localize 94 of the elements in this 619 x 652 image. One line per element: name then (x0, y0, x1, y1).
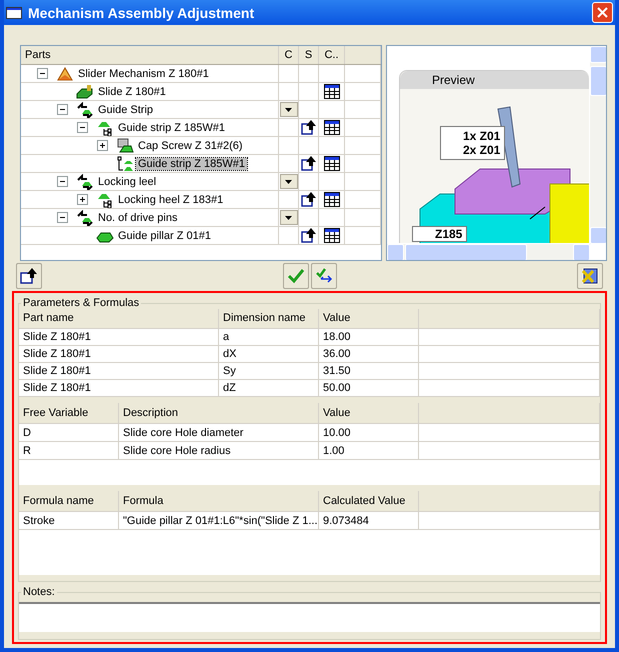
caret-icon (285, 108, 292, 112)
notes-label: Notes: (22, 586, 56, 598)
table-icon[interactable] (324, 156, 340, 171)
table-cell: Slide Z 180#1 (19, 328, 219, 345)
column-header[interactable]: Value (319, 309, 419, 328)
tree-item[interactable]: Slide Z 180#1 (96, 86, 168, 98)
tree-item[interactable]: Guide Strip (96, 104, 156, 116)
table-cell: dZ (219, 380, 319, 396)
export-icon (20, 268, 38, 284)
tree-item[interactable]: Locking leel (96, 176, 158, 188)
collapse-toggle[interactable] (77, 122, 88, 133)
group-icon (76, 210, 94, 226)
checkmark-icon (286, 268, 304, 284)
apply-button[interactable] (282, 263, 308, 289)
notes-field[interactable] (19, 602, 600, 632)
window-title: Mechanism Assembly Adjustment (28, 4, 256, 20)
table-cell: 31.50 (319, 362, 419, 379)
callout-label: Z185 (412, 226, 468, 242)
export-button[interactable] (16, 263, 42, 289)
preview-title: Preview (400, 71, 589, 89)
column-header[interactable]: Value (319, 403, 419, 423)
close-button[interactable] (592, 2, 613, 23)
dropdown-button[interactable] (280, 174, 298, 189)
caret-icon (285, 216, 292, 220)
export-icon[interactable] (300, 228, 316, 243)
close-icon (597, 7, 608, 18)
table-cell: Slide Z 180#1 (19, 346, 219, 362)
table-cell: 36.00 (319, 346, 419, 362)
column-header[interactable]: Formula (119, 491, 319, 511)
subassembly-icon (96, 192, 114, 208)
dropdown-button[interactable] (280, 210, 298, 225)
tree-item[interactable]: Slider Mechanism Z 180#1 (76, 68, 211, 80)
table-icon[interactable] (324, 84, 340, 99)
table-cell: 1.00 (319, 442, 419, 459)
table-icon[interactable] (324, 120, 340, 135)
swap-button[interactable] (310, 263, 336, 289)
table-cell: D (19, 424, 119, 441)
vertical-scrollbar[interactable] (590, 46, 606, 244)
column-header[interactable]: Free Variable (19, 403, 119, 423)
tree-item[interactable]: Guide pillar Z 01#1 (116, 230, 213, 242)
expand-toggle[interactable] (77, 194, 88, 205)
table-cell: Slide core Hole diameter (119, 424, 319, 441)
horizontal-scrollbar[interactable] (387, 244, 590, 260)
column-header[interactable]: S (299, 46, 319, 64)
spreadsheet-icon (581, 267, 599, 285)
column-header[interactable]: Part name (19, 309, 219, 328)
export-icon[interactable] (300, 120, 316, 135)
table-cell: 9.073484 (319, 512, 419, 529)
table-cell: 18.00 (319, 328, 419, 345)
tree-item[interactable]: No. of drive pins (96, 212, 180, 224)
column-header[interactable]: Dimension name (219, 309, 319, 328)
tree-item[interactable]: Guide strip Z 185W#1 (116, 122, 227, 134)
expand-toggle[interactable] (97, 140, 108, 151)
tree-item[interactable]: Locking heel Z 183#1 (116, 194, 226, 206)
collapse-toggle[interactable] (57, 176, 68, 187)
group-title: Parameters & Formulas (22, 297, 140, 309)
table-cell: 50.00 (319, 380, 419, 396)
collapse-toggle[interactable] (57, 104, 68, 115)
table-cell: Sy (219, 362, 319, 379)
table-cell: "Guide pillar Z 01#1:L6"*sin("Slide Z 1... (119, 512, 319, 529)
table-cell: Slide Z 180#1 (19, 380, 219, 396)
column-header[interactable]: C (279, 46, 299, 64)
check-arrow-icon (314, 267, 332, 285)
table-cell: Slide core Hole radius (119, 442, 319, 459)
table-cell: 10.00 (319, 424, 419, 441)
table-cell: Stroke (19, 512, 119, 529)
window-icon (6, 6, 22, 18)
caret-icon (285, 180, 292, 184)
column-header[interactable]: Description (119, 403, 319, 423)
column-header[interactable]: Calculated Value (319, 491, 419, 511)
part-icon (76, 84, 94, 100)
dropdown-button[interactable] (280, 102, 298, 117)
column-header[interactable]: C.. (319, 46, 345, 64)
export-icon[interactable] (300, 192, 316, 207)
assembly-icon (56, 66, 74, 82)
tree-item[interactable]: Cap Screw Z 31#2(6) (136, 140, 245, 152)
table-cell: a (219, 328, 319, 345)
table-icon[interactable] (324, 228, 340, 243)
table-icon[interactable] (324, 192, 340, 207)
group-icon (76, 174, 94, 190)
collapse-toggle[interactable] (37, 68, 48, 79)
table-cell: Slide Z 180#1 (19, 362, 219, 379)
subassembly-icon (96, 120, 114, 136)
tree-item[interactable]: Guide strip Z 185W#1 (136, 158, 247, 170)
column-header[interactable]: Parts (21, 46, 279, 64)
collapse-toggle[interactable] (57, 212, 68, 223)
table-cell: R (19, 442, 119, 459)
callout-label: 1x Z01 2x Z01 (440, 126, 506, 160)
subpart-icon (116, 156, 134, 172)
group-icon (76, 102, 94, 118)
table-cell: dX (219, 346, 319, 362)
export-icon[interactable] (300, 156, 316, 171)
spreadsheet-button[interactable] (577, 263, 603, 289)
column-header[interactable]: Formula name (19, 491, 119, 511)
